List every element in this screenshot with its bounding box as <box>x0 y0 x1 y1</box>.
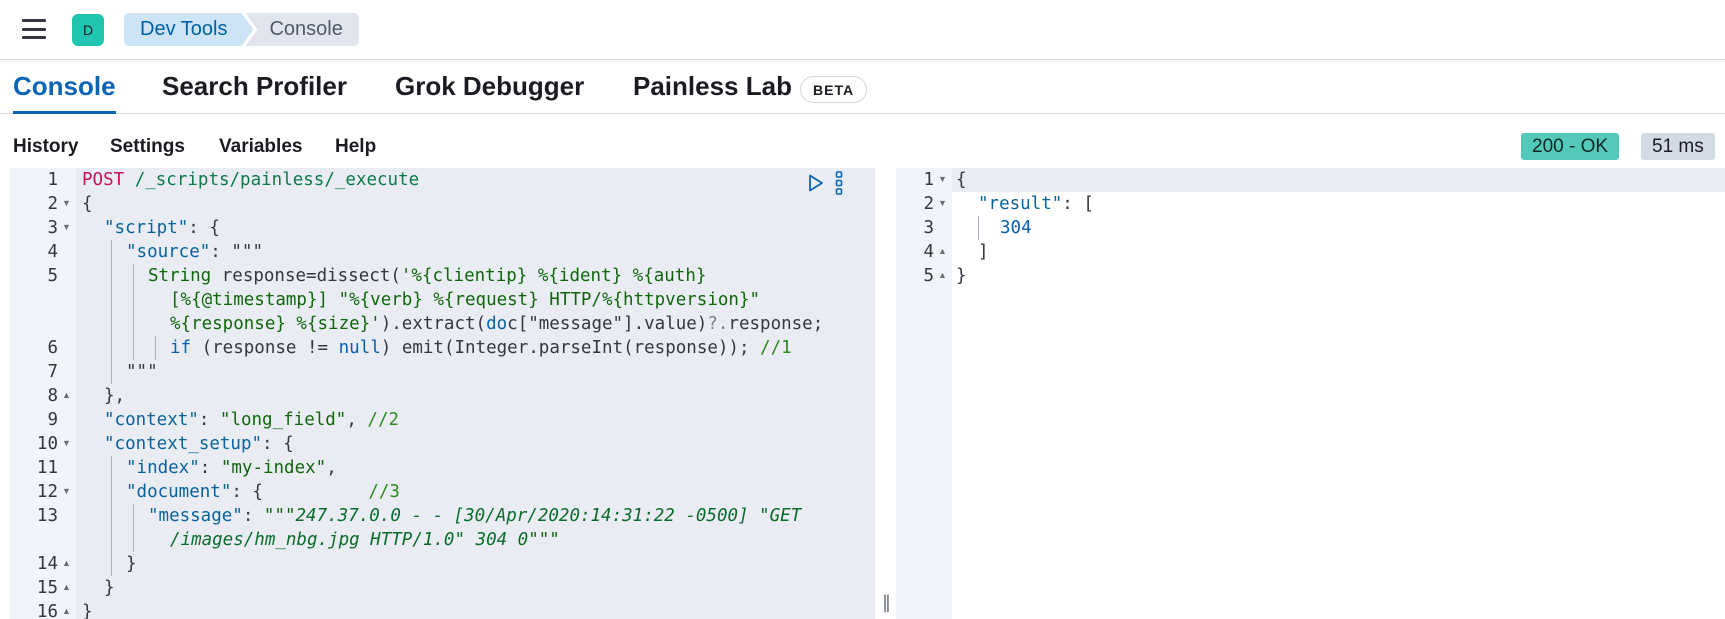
output-line: { <box>956 170 967 190</box>
output-line: "result": [ <box>978 194 1094 214</box>
space-avatar[interactable]: D <box>72 14 104 46</box>
line-number: 14 <box>36 554 58 574</box>
line-number: 10 <box>36 434 58 454</box>
code-line: } <box>104 578 115 598</box>
fold-open-icon[interactable]: ▼ <box>62 198 71 208</box>
settings-button[interactable]: Settings <box>110 136 185 158</box>
tab-grok-debugger[interactable]: Grok Debugger <box>395 71 584 114</box>
line-number: 12 <box>36 482 58 502</box>
line-number: 16 <box>36 602 58 619</box>
console-toolbar: History Settings Variables Help <box>0 130 1725 166</box>
tab-search-profiler[interactable]: Search Profiler <box>162 71 347 114</box>
line-number: 2 <box>47 194 58 214</box>
fold-open-icon[interactable]: ▼ <box>62 438 71 448</box>
indent-guide <box>111 456 112 576</box>
line-number: 3 <box>923 218 934 238</box>
fold-close-icon[interactable]: ▲ <box>62 606 71 616</box>
line-number: 7 <box>47 362 58 382</box>
status-badge: 200 - OK <box>1521 133 1620 160</box>
fold-open-icon[interactable]: ▼ <box>62 486 71 496</box>
editor-gutter: 1 2 3 4 5 6 7 8 9 10 11 12 13 14 15 16 ▼… <box>10 168 76 619</box>
menu-icon[interactable] <box>22 19 46 39</box>
resize-handle-icon[interactable]: ‖ <box>882 592 891 613</box>
fold-open-icon[interactable]: ▼ <box>938 174 947 184</box>
output-line: 304 <box>1000 218 1032 238</box>
line-number: 2 <box>923 194 934 214</box>
fold-open-icon[interactable]: ▼ <box>62 222 71 232</box>
request-editor[interactable]: 1 2 3 4 5 6 7 8 9 10 11 12 13 14 15 16 ▼… <box>10 168 875 619</box>
line-number: 8 <box>47 386 58 406</box>
line-number: 6 <box>47 338 58 358</box>
play-icon[interactable] <box>808 174 824 192</box>
indent-guide <box>155 336 156 360</box>
code-line: POST /_scripts/painless/_execute <box>82 170 420 190</box>
history-button[interactable]: History <box>13 136 78 158</box>
output-line: ] <box>978 242 989 262</box>
line-number: 4 <box>923 242 934 262</box>
code-line: "context_setup": { <box>104 434 294 454</box>
line-number: 9 <box>47 410 58 430</box>
line-number: 1 <box>47 170 58 190</box>
wrench-menu-icon[interactable] <box>834 171 844 195</box>
line-number: 5 <box>923 266 934 286</box>
code-line: } <box>126 554 137 574</box>
active-line-highlight <box>952 168 1725 192</box>
fold-close-icon[interactable]: ▲ <box>938 270 947 280</box>
fold-close-icon[interactable]: ▲ <box>62 582 71 592</box>
code-line: "document": { //3 <box>126 482 400 502</box>
code-line: }, <box>104 386 126 406</box>
code-line: "message": """247.37.0.0 - - [30/Apr/202… <box>148 506 802 526</box>
line-number: 5 <box>47 266 58 286</box>
code-line: /images/hm_nbg.jpg HTTP/1.0" 304 0""" <box>170 530 560 550</box>
line-number: 13 <box>36 506 58 526</box>
code-line: %{response} %{size}').extract(doc["messa… <box>170 314 824 334</box>
code-line: if (response != null) emit(Integer.parse… <box>170 338 792 358</box>
output-line: } <box>956 266 967 286</box>
indent-guide <box>133 504 134 552</box>
line-number: 11 <box>36 458 58 478</box>
line-number: 3 <box>47 218 58 238</box>
fold-close-icon[interactable]: ▲ <box>62 390 71 400</box>
line-number: 15 <box>36 578 58 598</box>
code-line: } <box>82 602 93 619</box>
indent-guide <box>978 216 979 240</box>
beta-badge: BETA <box>800 76 868 103</box>
panel-divider <box>876 168 896 619</box>
line-number: 1 <box>923 170 934 190</box>
code-line: "index": "my-index", <box>126 458 337 478</box>
indent-guide <box>111 336 112 384</box>
editor-code[interactable]: POST /_scripts/painless/_execute { "scri… <box>76 168 875 619</box>
response-output: 1 2 3 4 5 ▼ ▼ ▲ ▲ { "result": [ 304 ] } <box>896 168 1725 619</box>
code-line: String response=dissect('%{clientip} %{i… <box>148 266 707 286</box>
variables-button[interactable]: Variables <box>219 136 302 158</box>
response-time-badge: 51 ms <box>1641 133 1715 160</box>
tab-console[interactable]: Console <box>13 71 116 114</box>
code-line: { <box>82 194 93 214</box>
app-header: D Dev Tools Console <box>0 0 1725 60</box>
breadcrumb-dev-tools[interactable]: Dev Tools <box>124 13 253 46</box>
code-line: "context": "long_field", //2 <box>104 410 400 430</box>
line-number: 4 <box>47 242 58 262</box>
output-gutter: 1 2 3 4 5 ▼ ▼ ▲ ▲ <box>896 168 952 619</box>
indent-guide <box>133 264 134 360</box>
tab-painless-lab[interactable]: Painless Lab <box>633 71 792 114</box>
code-line: [%{@timestamp}] "%{verb} %{request} HTTP… <box>170 290 761 310</box>
indent-guide <box>111 240 112 336</box>
fold-close-icon[interactable]: ▲ <box>62 558 71 568</box>
code-line: """ <box>126 362 158 382</box>
breadcrumb-console: Console <box>245 13 359 46</box>
code-line: "script": { <box>104 218 220 238</box>
fold-close-icon[interactable]: ▲ <box>938 246 947 256</box>
code-line: "source": """ <box>126 242 263 262</box>
fold-open-icon[interactable]: ▼ <box>938 198 947 208</box>
breadcrumb: Dev Tools Console <box>124 13 359 46</box>
help-button[interactable]: Help <box>335 136 376 158</box>
